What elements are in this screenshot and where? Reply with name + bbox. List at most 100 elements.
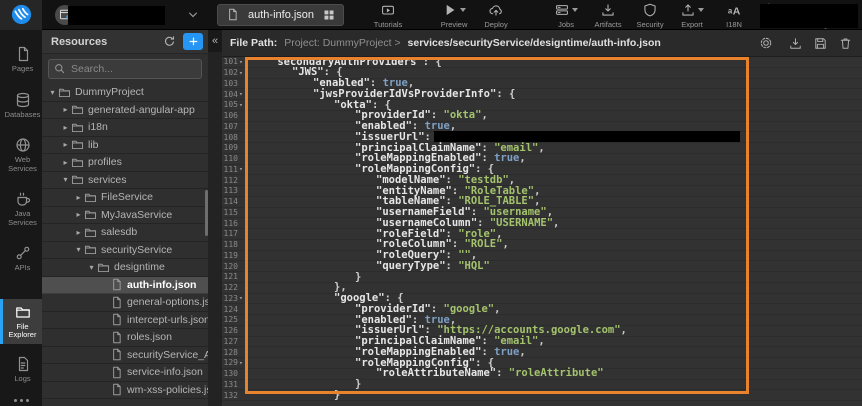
add-resource-button[interactable] (183, 33, 203, 50)
sidebar-item-logs[interactable]: Logs (0, 351, 42, 388)
editor-settings-gear-icon[interactable] (759, 36, 773, 50)
folder-icon (58, 86, 71, 99)
editor-save-save-icon[interactable] (814, 37, 827, 50)
code-line-119[interactable]: 119 "roleQuery": "", (222, 251, 862, 262)
fold-caret-icon[interactable]: ▾ (239, 359, 244, 367)
chevron-down-icon (460, 8, 466, 12)
code-line-121[interactable]: 121 } (222, 272, 862, 283)
caret-down-icon[interactable]: ▾ (48, 88, 57, 97)
editor-actions (759, 36, 852, 50)
code-line-111[interactable]: 111▾ "roleMappingConfig": { (222, 165, 862, 176)
code-line-109[interactable]: 109 "principalClaimName": "email", (222, 143, 862, 154)
caret-right-icon[interactable]: ▸ (74, 210, 83, 219)
tree-item-intercept-urls.json[interactable]: intercept-urls.json (42, 312, 208, 330)
code-editor[interactable]: 101▾ "secondaryAuthProviders": { 102▾ "J… (222, 57, 862, 406)
folder-icon (97, 261, 110, 274)
tree-item-service-info.json[interactable]: service-info.json (42, 364, 208, 382)
toolbar-deploy[interactable]: Deploy (480, 1, 512, 29)
folder-icon (71, 138, 84, 151)
tree-item-MyJavaService[interactable]: ▸ MyJavaService (42, 207, 208, 225)
code-line-112[interactable]: 112 "modelName": "testdb", (222, 175, 862, 186)
fold-caret-icon[interactable]: ▾ (239, 58, 244, 66)
tree-item-auth-info.json[interactable]: auth-info.json (42, 277, 208, 295)
caret-right-icon[interactable]: ▸ (61, 140, 70, 149)
folder-icon (71, 173, 84, 186)
tree-item-DummyProject[interactable]: ▾ DummyProject (42, 84, 208, 102)
fold-caret-icon[interactable]: ▾ (239, 69, 244, 77)
caret-down-icon[interactable]: ▾ (87, 263, 96, 272)
code-line-123[interactable]: 123▾ "google": { (222, 294, 862, 305)
translate-icon: aA (727, 3, 741, 17)
code-line-118[interactable]: 118 "roleColumn": "ROLE", (222, 240, 862, 251)
scrollbar-handle[interactable] (205, 190, 208, 236)
caret-right-icon[interactable]: ▸ (61, 123, 70, 132)
caret-right-icon[interactable]: ▸ (74, 193, 83, 202)
tree-item-label: DummyProject (75, 86, 144, 98)
code-line-130[interactable]: 130 "roleAttributeName": "roleAttribute" (222, 369, 862, 380)
sidebar-item-databases[interactable]: Databases (0, 87, 42, 124)
code-line-128[interactable]: 128 "roleMappingEnabled": true, (222, 347, 862, 358)
toolbar-preview[interactable]: Preview (438, 1, 470, 29)
code-line-106[interactable]: 106 "providerId": "okta", (222, 111, 862, 122)
sidebar-item-file-explorer[interactable]: File Explorer (0, 299, 42, 344)
toolbar-jobs[interactable]: Jobs (550, 1, 582, 29)
tree-item-wm-xss-policies.json[interactable]: wm-xss-policies.json (42, 382, 208, 400)
tree-item-profiles[interactable]: ▸ profiles (42, 154, 208, 172)
more-options-icon[interactable] (0, 393, 42, 406)
tree-item-services[interactable]: ▾ services (42, 172, 208, 190)
toolbar-artifacts[interactable]: Artifacts (592, 1, 624, 29)
code-line-105[interactable]: 105▾ "okta": { (222, 100, 862, 111)
code-line-116[interactable]: 116 "usernameColumn": "USERNAME", (222, 218, 862, 229)
code-line-110[interactable]: 110 "roleMappingEnabled": true, (222, 154, 862, 165)
editor-download-download-tray-icon[interactable] (789, 37, 802, 50)
caret-right-icon[interactable]: ▸ (61, 105, 70, 114)
code-line-117[interactable]: 117 "roleField": "role", (222, 229, 862, 240)
code-line-124[interactable]: 124 "providerId": "google", (222, 304, 862, 315)
tree-item-securityService_API.json[interactable]: securityService_API.json (42, 347, 208, 365)
fold-caret-icon[interactable]: ▾ (239, 90, 244, 98)
code-line-113[interactable]: 113 "entityName": "RoleTable", (222, 186, 862, 197)
caret-right-icon[interactable]: ▸ (61, 158, 70, 167)
sidebar-item-apis[interactable]: APIs (0, 240, 42, 277)
tree-item-salesdb[interactable]: ▸ salesdb (42, 224, 208, 242)
sidebar-item-web-services[interactable]: Web Services (0, 132, 42, 177)
tree-item-roles.json[interactable]: roles.json (42, 329, 208, 347)
code-line-132[interactable]: 132 } (222, 390, 862, 401)
collapse-panel-icon[interactable]: « (208, 30, 222, 52)
sidebar-item-pages[interactable]: Pages (0, 41, 42, 78)
tree-item-i18n[interactable]: ▸ i18n (42, 119, 208, 137)
code-line-120[interactable]: 120 "queryType": "HQL" (222, 261, 862, 272)
tree-item-lib[interactable]: ▸ lib (42, 137, 208, 155)
fold-caret-icon[interactable]: ▾ (239, 165, 244, 173)
grid-view-icon[interactable] (323, 9, 335, 21)
caret-right-icon[interactable]: ▸ (74, 228, 83, 237)
tree-item-designtime[interactable]: ▾ designtime (42, 259, 208, 277)
toolbar-tutorials[interactable]: Tutorials (372, 1, 404, 29)
wavemaker-logo[interactable] (0, 0, 42, 30)
toolbar-security[interactable]: Security (634, 1, 666, 29)
toolbar-i18n[interactable]: aA I18N (718, 1, 750, 29)
caret-down-icon[interactable]: ▾ (74, 245, 83, 254)
fold-caret-icon[interactable]: ▾ (239, 101, 244, 109)
chevron-down-icon[interactable] (187, 9, 199, 21)
open-file-tab[interactable]: auth-info.json (217, 4, 344, 26)
editor-delete-trash-icon[interactable] (839, 37, 852, 50)
tree-item-securityService[interactable]: ▾ securityService (42, 242, 208, 260)
code-line-122[interactable]: 122 }, (222, 283, 862, 294)
code-line-127[interactable]: 127 "principalClaimName": "email", (222, 337, 862, 348)
line-number: 127 (222, 337, 245, 346)
fold-caret-icon[interactable]: ▾ (239, 294, 244, 302)
toolbar-export[interactable]: Export (676, 1, 708, 29)
tree-item-FileService[interactable]: ▸ FileService (42, 189, 208, 207)
code-line-104[interactable]: 104▾ "jwsProviderIdVsProviderInfo": { (222, 89, 862, 100)
caret-down-icon[interactable]: ▾ (61, 175, 70, 184)
line-number: 108 (222, 133, 245, 142)
search-input[interactable] (48, 59, 202, 79)
pages-icon (15, 46, 31, 62)
line-number: 119 (222, 251, 245, 260)
sidebar-item-java-services[interactable]: Java Services (0, 186, 42, 231)
tree-item-general-options.json[interactable]: general-options.json (42, 294, 208, 312)
tree-item-generated-angular-app[interactable]: ▸ generated-angular-app (42, 102, 208, 120)
refresh-icon[interactable] (163, 35, 176, 48)
code-line-131[interactable]: 131 } (222, 380, 862, 391)
